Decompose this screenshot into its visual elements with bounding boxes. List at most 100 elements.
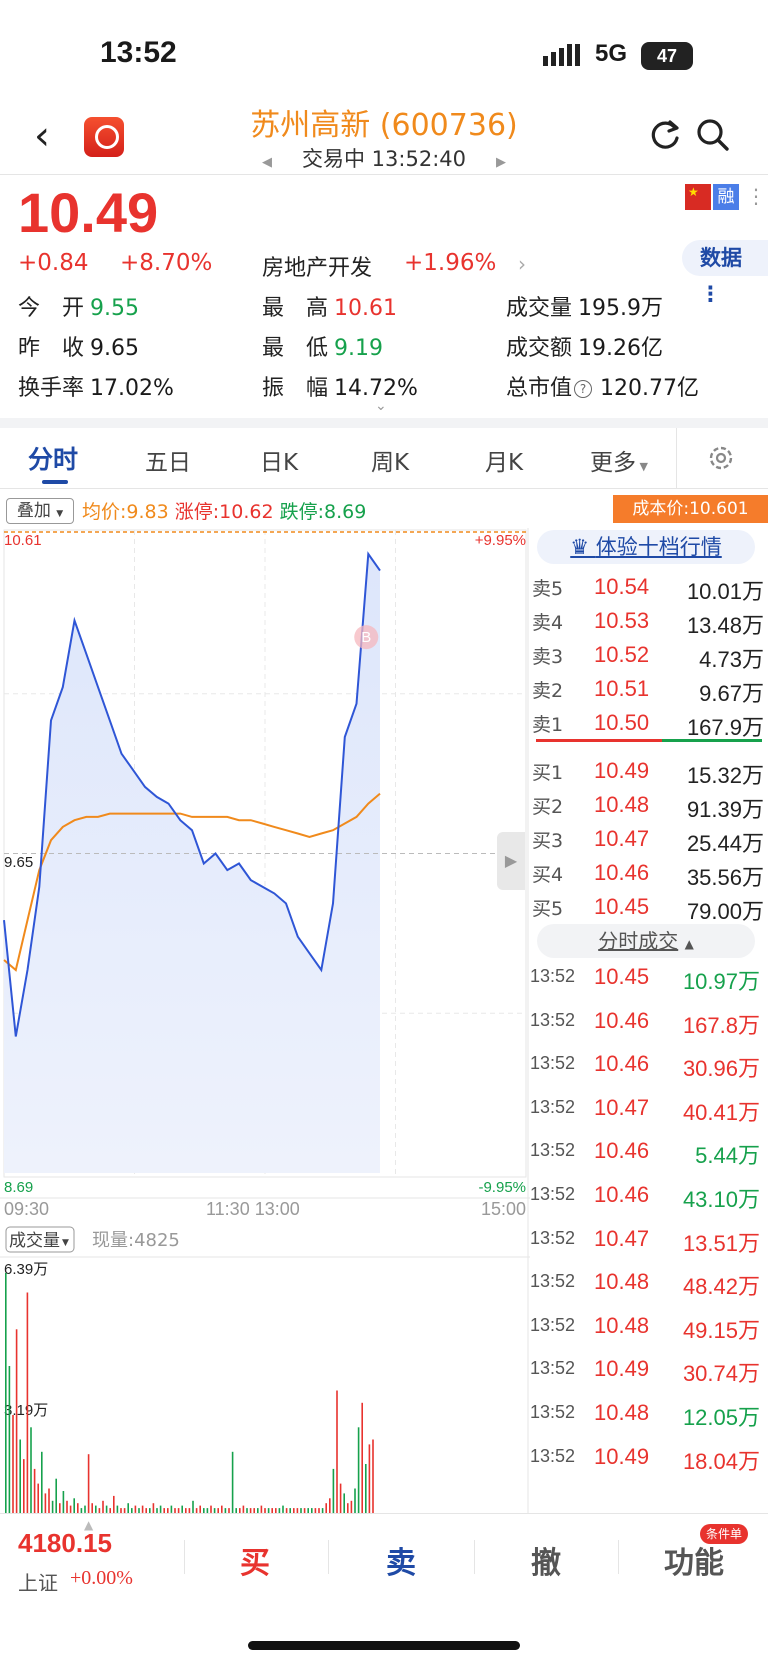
bid-row-5: 买5 10.45 79.00万	[532, 894, 764, 924]
tick-time: 13:52	[530, 1053, 576, 1074]
tick-time: 13:52	[530, 1184, 576, 1204]
avg-price-label: 均价:9.83	[82, 501, 169, 523]
tab-intraday[interactable]: 分时	[28, 440, 78, 476]
search-icon[interactable]	[696, 118, 730, 156]
sector-name[interactable]: 房地产开发	[262, 250, 372, 282]
gear-icon[interactable]	[707, 444, 735, 476]
volume-bar	[332, 1468, 335, 1513]
tab-monthly-k[interactable]: 月K	[485, 443, 523, 477]
tick-volume: 30.96万	[682, 1056, 760, 1082]
tab-daily-k[interactable]: 日K	[260, 443, 298, 477]
cancel-button[interactable]: 撤	[531, 1538, 561, 1582]
chevron-down-icon[interactable]: ⌄	[375, 398, 387, 414]
volume-bar	[231, 1451, 234, 1513]
tick-price: 10.46	[594, 1007, 650, 1033]
volume-bar	[350, 1500, 353, 1513]
tick-row: 13:52 10.47 40.41万	[530, 1095, 766, 1129]
ask-row-2: 卖2 10.51 9.67万	[532, 676, 764, 706]
y-bottom-label: 8.69	[4, 1179, 33, 1196]
overlay-dropdown[interactable]: 叠加 ▼	[6, 498, 74, 524]
tab-five-day[interactable]: 五日	[145, 443, 191, 477]
volume-bar	[8, 1366, 11, 1513]
volume-bar	[181, 1505, 183, 1513]
volume-bar	[325, 1503, 327, 1513]
bar-divider	[618, 1540, 619, 1574]
tick-price: 10.46	[594, 1138, 650, 1164]
home-indicator	[248, 1641, 520, 1650]
settings-divider	[676, 428, 677, 488]
tick-time: 13:52	[530, 1140, 576, 1161]
volume-bar	[5, 1272, 7, 1513]
volume-bar	[30, 1427, 32, 1513]
header-divider	[0, 174, 768, 175]
index-name: 上证	[18, 1571, 58, 1595]
volume-bar	[365, 1464, 367, 1513]
price-change: +0.84	[18, 250, 89, 276]
tick-volume: 48.42万	[682, 1274, 760, 1300]
tab-more[interactable]: 更多 ▼	[590, 443, 648, 477]
stat-market-cap: 总市值? 120.77亿	[506, 376, 699, 401]
volume-dropdown-label[interactable]: 成交量	[9, 1231, 60, 1251]
collapse-handle[interactable]: ▶	[497, 832, 525, 890]
tick-time: 13:52	[530, 1227, 576, 1248]
chevron-right-icon[interactable]: ›	[518, 252, 526, 276]
y-mid-label: 9.65	[4, 854, 33, 871]
conditional-order-badge[interactable]: 条件单	[700, 1524, 749, 1544]
stat-open: 今 开 9.55	[18, 296, 139, 321]
tick-volume: 13.51万	[682, 1230, 760, 1256]
bid-row-3: 买3 10.47 25.44万	[532, 826, 764, 856]
prev-arrow-icon[interactable]: ◀	[232, 155, 302, 170]
index-value[interactable]: 4180.15	[18, 1528, 112, 1559]
volume-bar	[221, 1505, 223, 1513]
limit-up-label: 涨停:10.62	[174, 501, 274, 523]
tick-row: 13:52 10.46 5.44万	[530, 1138, 766, 1172]
volume-bar	[372, 1439, 374, 1513]
buy-button[interactable]: 买	[240, 1538, 270, 1582]
tick-time: 13:52	[530, 966, 576, 986]
volume-bar	[199, 1505, 201, 1513]
volume-bar	[141, 1505, 144, 1513]
bar-divider	[474, 1540, 475, 1574]
cost-price-badge: 成本价:10.601	[613, 495, 768, 523]
volume-bar	[73, 1498, 75, 1513]
sector-change-pct: +1.96%	[404, 250, 497, 276]
tick-volume: 30.74万	[682, 1361, 760, 1387]
tick-row: 13:52 10.48 12.05万	[530, 1400, 766, 1434]
tick-volume: 12.05万	[682, 1405, 760, 1430]
sell-button[interactable]: 卖	[386, 1538, 416, 1582]
volume-bar	[159, 1505, 162, 1513]
stat-turnover: 成交额 19.26亿	[506, 336, 663, 361]
tick-row: 13:52 10.48 49.15万	[530, 1313, 766, 1347]
tab-weekly-k[interactable]: 周K	[371, 443, 409, 477]
ask-row-4: 卖4 10.53 13.48万	[532, 608, 764, 638]
volume-bar	[51, 1500, 54, 1513]
volume-bar	[152, 1503, 155, 1513]
tick-price: 10.48	[594, 1400, 650, 1425]
refresh-icon[interactable]	[648, 118, 682, 156]
index-change: +0.00%	[70, 1567, 133, 1589]
level10-button[interactable]: ♛ 体验十档行情	[537, 530, 755, 564]
tick-row: 13:52 10.49 18.04万	[530, 1444, 766, 1478]
volume-bar	[19, 1439, 21, 1513]
buy-marker[interactable]: B	[354, 625, 379, 650]
limit-down-label: 跌停:8.69	[279, 501, 367, 523]
signal-icon	[543, 44, 585, 70]
tick-row: 13:52 10.46 43.10万	[530, 1182, 766, 1216]
tick-price: 10.46	[594, 1051, 650, 1077]
intraday-chart[interactable]: B 10.61 +9.95% 9.65 8.69 -9.95% 09:30 11…	[0, 528, 530, 1513]
function-button[interactable]: 功能	[664, 1538, 724, 1582]
pct-top-label: +9.95%	[475, 532, 526, 549]
tick-price: 10.48	[594, 1269, 650, 1295]
ticks-toggle[interactable]: 分时成交 ▲	[537, 924, 755, 958]
data-button[interactable]: 数据 ⋮	[682, 240, 768, 306]
next-arrow-icon[interactable]: ▶	[466, 155, 536, 170]
tick-price: 10.45	[594, 964, 650, 989]
volume-bar	[77, 1503, 79, 1513]
volume-bar	[113, 1495, 115, 1513]
ask-row-3: 卖3 10.52 4.73万	[532, 642, 764, 672]
tick-volume: 167.8万	[682, 1012, 760, 1038]
volume-bar	[48, 1488, 50, 1513]
more-dots-icon[interactable]: ⋮	[746, 184, 766, 208]
stat-amplitude: 振 幅 14.72%	[262, 376, 418, 401]
help-icon[interactable]: ?	[574, 380, 593, 398]
